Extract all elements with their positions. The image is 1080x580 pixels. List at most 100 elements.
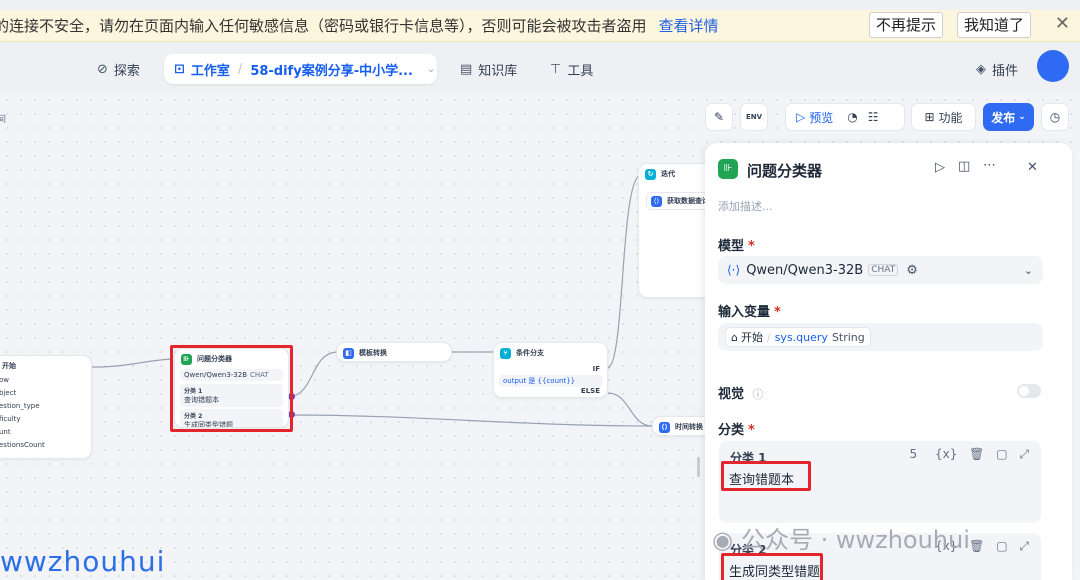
start-var-row: ficulty: [0, 415, 21, 423]
cube-icon: ◈: [976, 61, 986, 77]
model-tag: CHAT: [868, 264, 899, 276]
book-icon[interactable]: ◫: [958, 159, 970, 174]
start-node-vars: ow bject estion_type ficulty unt estions…: [0, 376, 91, 454]
chevron-down-icon[interactable]: ⌄: [1024, 264, 1033, 277]
class-1-actions: 5 {x} 🗑 ▢ ⤢: [909, 447, 1029, 462]
book-icon: ▤: [460, 61, 473, 77]
char-count: 5: [909, 447, 918, 461]
top-navigation: ⊘ 探索 ⊡ 工作室 / 58-dify案例分享-中小学... ⌄ ▤ 知识库 …: [0, 43, 1080, 93]
variable-chip[interactable]: ⌂ 开始 / sys.query String: [725, 327, 871, 347]
edge-start-classifier: [91, 358, 173, 368]
history-icon: ◷: [1049, 110, 1061, 124]
input-variable-field[interactable]: ⌂ 开始 / sys.query String: [718, 323, 1043, 351]
start-var-row: ow: [0, 376, 10, 384]
trash-icon[interactable]: 🗑: [969, 447, 984, 461]
banner-message: 的连接不安全，请勿在页面内输入任何敏感信息（密码或银行卡信息等），否则可能会被攻…: [0, 17, 647, 35]
chevron-down-icon: ⌄: [1018, 112, 1026, 122]
class-2-highlight: [721, 553, 823, 580]
time-convert-node[interactable]: ⟨⟩ 时间转换: [652, 416, 712, 436]
start-var-row: estionsCount: [0, 441, 45, 449]
edge-class1-template: [289, 351, 337, 398]
nav-studio[interactable]: ⊡ 工作室 / 58-dify案例分享-中小学... ⌄: [164, 54, 437, 84]
classifier-highlight: [170, 345, 293, 432]
dont-show-again-button[interactable]: 不再提示: [869, 12, 944, 38]
got-it-button[interactable]: 我知道了: [957, 12, 1032, 38]
clipboard-icon[interactable]: ▢: [996, 447, 1007, 461]
clipboard-icon[interactable]: ▢: [996, 539, 1007, 553]
nav-plugins[interactable]: ◈ 插件: [976, 55, 1018, 83]
hammer-icon: ⊤: [550, 61, 562, 77]
trash-icon[interactable]: 🗑: [969, 539, 984, 553]
run-icon[interactable]: ▷: [935, 160, 945, 175]
play-icon[interactable]: ▷: [796, 110, 805, 124]
close-icon[interactable]: ✕: [1055, 13, 1070, 34]
settings-sliders-icon[interactable]: ⚙: [906, 263, 918, 278]
description-input[interactable]: 添加描述...: [718, 198, 773, 214]
class-label: 分类 *: [718, 423, 755, 438]
expand-icon[interactable]: ⤢: [1019, 447, 1029, 461]
variable-type: String: [831, 330, 865, 344]
note-icon: ✎: [713, 110, 725, 124]
input-variable-label: 输入变量 *: [718, 305, 781, 320]
start-var-row: bject: [0, 389, 17, 397]
code-icon: ⟨⟩: [659, 421, 670, 433]
app-name[interactable]: 58-dify案例分享-中小学...: [250, 60, 413, 79]
compass-icon: ⊘: [97, 61, 108, 77]
class-1-highlight: [721, 461, 811, 491]
add-note-button[interactable]: ✎: [705, 103, 733, 131]
nav-tools[interactable]: ⊤ 工具: [550, 55, 593, 83]
edge-class2-time: [289, 414, 653, 427]
model-selector[interactable]: ⟨·⟩ Qwen/Qwen3-32B CHAT ⚙ ⌄: [718, 256, 1043, 284]
handle-watermark: wwzhouhui: [0, 545, 166, 578]
expand-icon[interactable]: ⤢: [1019, 539, 1029, 553]
env-button[interactable]: ENV: [740, 103, 768, 131]
home-icon: ⌂: [731, 330, 738, 344]
variable-icon[interactable]: {x}: [935, 447, 957, 461]
features-button[interactable]: ⊞ 功能: [911, 103, 976, 131]
view-details-link[interactable]: 查看详情: [659, 15, 719, 36]
more-icon[interactable]: ⋯: [983, 158, 996, 173]
vision-toggle[interactable]: [1017, 384, 1041, 398]
history-button[interactable]: ◷: [1041, 103, 1069, 131]
template-node[interactable]: ◧ 模板转换: [336, 342, 452, 362]
edge-if-iteration: [607, 174, 641, 369]
preview-group: ▷ 预览 ◔ ☷: [785, 103, 905, 131]
grid-icon: ⊞: [924, 110, 935, 124]
studio-label: 工作室: [190, 63, 230, 79]
close-icon[interactable]: ✕: [1027, 160, 1038, 175]
robot-icon: ⊡: [174, 61, 185, 77]
start-node-title: 开始: [2, 362, 16, 370]
if-else-node[interactable]: ⑂ 条件分支 IF output 是 {{count}} ELSE: [493, 342, 608, 398]
variable-name: sys.query: [774, 330, 828, 344]
start-var-row: unt: [0, 428, 11, 436]
node-settings-panel: ⊪ 问题分类器 ▷ ◫ ⋯ ✕ 添加描述... 模型 * ⟨·⟩ Qwen/Qwe…: [705, 143, 1072, 580]
nav-explore[interactable]: ⊘ 探索: [97, 55, 140, 83]
model-icon: ⟨·⟩: [727, 263, 741, 277]
panel-title[interactable]: 问题分类器: [747, 160, 822, 181]
publish-button[interactable]: 发布 ⌄: [983, 103, 1034, 131]
classifier-icon: ⊪: [718, 159, 738, 179]
avatar[interactable]: [1037, 50, 1069, 82]
start-var-row: estion_type: [0, 402, 40, 410]
start-node[interactable]: 开始 ow bject estion_type ficulty unt esti…: [0, 355, 92, 459]
preview-button[interactable]: 预览: [809, 109, 833, 126]
code-icon: ⟨⟩: [651, 195, 662, 207]
wechat-icon: ◉: [712, 526, 733, 554]
model-label: 模型 *: [718, 239, 755, 254]
help-icon[interactable]: ⓘ: [753, 388, 764, 401]
model-name: Qwen/Qwen3-32B: [746, 262, 864, 278]
nav-knowledge[interactable]: ▤ 知识库: [460, 55, 517, 83]
security-warning-banner: 的连接不安全，请勿在页面内输入任何敏感信息（密码或银行卡信息等），否则可能会被攻…: [0, 10, 1080, 42]
list-icon[interactable]: ☷: [868, 110, 879, 124]
env-icon: ENV: [745, 113, 763, 121]
breadcrumb-separator: /: [237, 61, 243, 77]
edge-else-time: [607, 392, 653, 427]
loop-icon: ↻: [645, 168, 656, 180]
branch-icon: ⑂: [500, 347, 511, 359]
vision-label: 视觉 ⓘ: [718, 387, 764, 402]
canvas-scrollbar[interactable]: [697, 457, 700, 477]
template-icon: ◧: [343, 347, 354, 359]
chevron-down-icon[interactable]: ⌄: [427, 64, 435, 75]
checklist-icon[interactable]: ◔: [847, 110, 857, 124]
wechat-watermark: ◉ 公众号 · wwzhouhui: [712, 526, 970, 554]
